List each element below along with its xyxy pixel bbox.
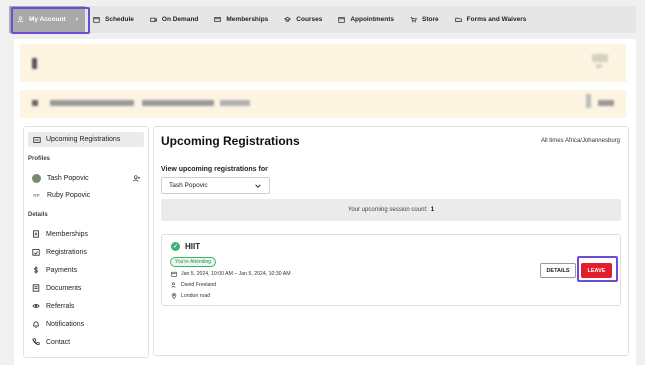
nav-forms-waivers[interactable]: Forms and Waivers: [447, 6, 535, 33]
redacted-block: [598, 100, 614, 106]
nav-store[interactable]: Store: [402, 6, 447, 33]
redacted-block: [32, 100, 38, 106]
chevron-down-icon: [255, 183, 261, 188]
profile-name: Ruby Popovic: [47, 192, 91, 199]
nav-memberships[interactable]: Memberships: [206, 6, 276, 33]
profile-select[interactable]: Tash Popovic: [161, 177, 270, 194]
session-instructor-text: David Freeland: [181, 282, 217, 288]
location-pin-icon: [171, 293, 177, 299]
sidebar-item-label: Memberships: [46, 230, 89, 238]
redacted-block: [596, 64, 602, 68]
session-count-label: Your upcoming session count:: [347, 207, 428, 213]
sidebar-item-payments[interactable]: Payments: [32, 266, 77, 274]
session-name: HIIT: [185, 242, 201, 251]
sidebar-item-label: Notifications: [46, 320, 85, 328]
profile-name: Tash Popovic: [47, 175, 89, 182]
nav-on-demand[interactable]: On Demand: [142, 6, 206, 33]
profile-tash[interactable]: Tash Popovic: [32, 174, 89, 183]
session-datetime: Jan 5, 2024, 10:00 AM – Jan 5, 2024, 10:…: [171, 271, 291, 277]
session-count-value: 1: [430, 207, 435, 213]
leave-button[interactable]: LEAVE: [581, 263, 612, 278]
avatar: [32, 174, 41, 183]
details-heading: Details: [28, 212, 48, 218]
sidebar-item-upcoming-registrations[interactable]: Upcoming Registrations: [28, 132, 144, 147]
nav-schedule[interactable]: Schedule: [85, 6, 142, 33]
sidebar-item-label: Payments: [46, 266, 78, 274]
nav-schedule-label: Schedule: [105, 16, 134, 23]
membership-icon: [33, 230, 39, 238]
cap-icon: [284, 17, 292, 22]
nav-forms-waivers-label: Forms and Waivers: [466, 16, 527, 23]
calendar-icon: [338, 17, 345, 23]
details-button[interactable]: DETAILS: [540, 263, 576, 278]
sidebar-item-label: Referrals: [46, 302, 75, 310]
bell-icon: [33, 321, 39, 328]
timezone-label: All times Africa/Johannesburg: [540, 138, 620, 144]
sidebar-item-notifications[interactable]: Notifications: [32, 320, 84, 328]
folder-icon: [454, 17, 462, 22]
nav-store-label: Store: [422, 16, 439, 23]
sidebar-item-referrals[interactable]: Referrals: [32, 302, 74, 310]
profile-ruby[interactable]: RP Ruby Popovic: [32, 192, 90, 199]
instructor-icon: [171, 282, 176, 288]
top-nav: My Account › Schedule On Demand Membersh…: [9, 6, 636, 33]
registrations-icon: [32, 249, 40, 256]
page-title: Upcoming Registrations: [161, 134, 300, 148]
redacted-banner: [20, 44, 626, 82]
nav-appointments-label: Appointments: [350, 16, 395, 23]
session-location: London road: [171, 293, 210, 299]
redacted-block: [220, 100, 250, 106]
profiles-heading: Profiles: [28, 156, 51, 162]
nav-on-demand-label: On Demand: [161, 16, 199, 23]
sidebar-item-documents[interactable]: Documents: [32, 284, 81, 292]
redacted-block: [32, 58, 37, 69]
redacted-block: [142, 100, 214, 106]
redacted-block: [592, 54, 608, 62]
redacted-block: [50, 100, 134, 106]
nav-courses-label: Courses: [296, 16, 323, 23]
sidebar-item-label: Documents: [46, 284, 82, 292]
card-icon: [214, 17, 222, 22]
nav-courses[interactable]: Courses: [276, 6, 330, 33]
session-instructor: David Freeland: [171, 282, 216, 288]
avatar-initials: RP: [33, 193, 40, 198]
calendar-icon: [171, 271, 177, 277]
sidebar-item-registrations[interactable]: Registrations: [32, 248, 87, 256]
sidebar-item-label: Contact: [46, 338, 71, 346]
session-count-bar: Your upcoming session count: 1: [161, 199, 621, 221]
user-icon: [17, 16, 24, 23]
referral-icon: [32, 304, 40, 308]
calendar-icon: [93, 17, 100, 23]
sidebar-item-contact[interactable]: Contact: [32, 338, 70, 346]
check-circle-icon: ✓: [171, 242, 180, 251]
redacted-block: [586, 94, 591, 108]
phone-icon: [32, 338, 40, 345]
switch-user-icon[interactable]: [133, 175, 140, 182]
sidebar-item-label: Upcoming Registrations: [46, 136, 121, 143]
dollar-icon: [34, 266, 38, 274]
view-label: View upcoming registrations for: [161, 166, 268, 173]
session-datetime-text: Jan 5, 2024, 10:00 AM – Jan 5, 2024, 10:…: [181, 271, 291, 277]
nav-memberships-label: Memberships: [226, 16, 269, 23]
nav-my-account[interactable]: My Account ›: [9, 6, 85, 33]
session-location-text: London road: [181, 293, 211, 299]
nav-appointments[interactable]: Appointments: [330, 6, 402, 33]
redacted-banner: [20, 90, 626, 118]
cart-icon: [410, 17, 417, 23]
nav-my-account-label: My Account: [29, 16, 66, 23]
sidebar-item-label: Registrations: [46, 248, 87, 256]
session-title: ✓ HIIT: [171, 242, 200, 251]
video-icon: [150, 17, 157, 22]
document-icon: [32, 284, 40, 292]
sidebar-item-memberships[interactable]: Memberships: [32, 230, 88, 238]
calendar-list-icon: [33, 136, 41, 143]
status-badge: You're Attending: [170, 257, 217, 267]
profile-select-value: Tash Popovic: [169, 182, 208, 189]
chevron-right-icon: ›: [75, 16, 78, 23]
